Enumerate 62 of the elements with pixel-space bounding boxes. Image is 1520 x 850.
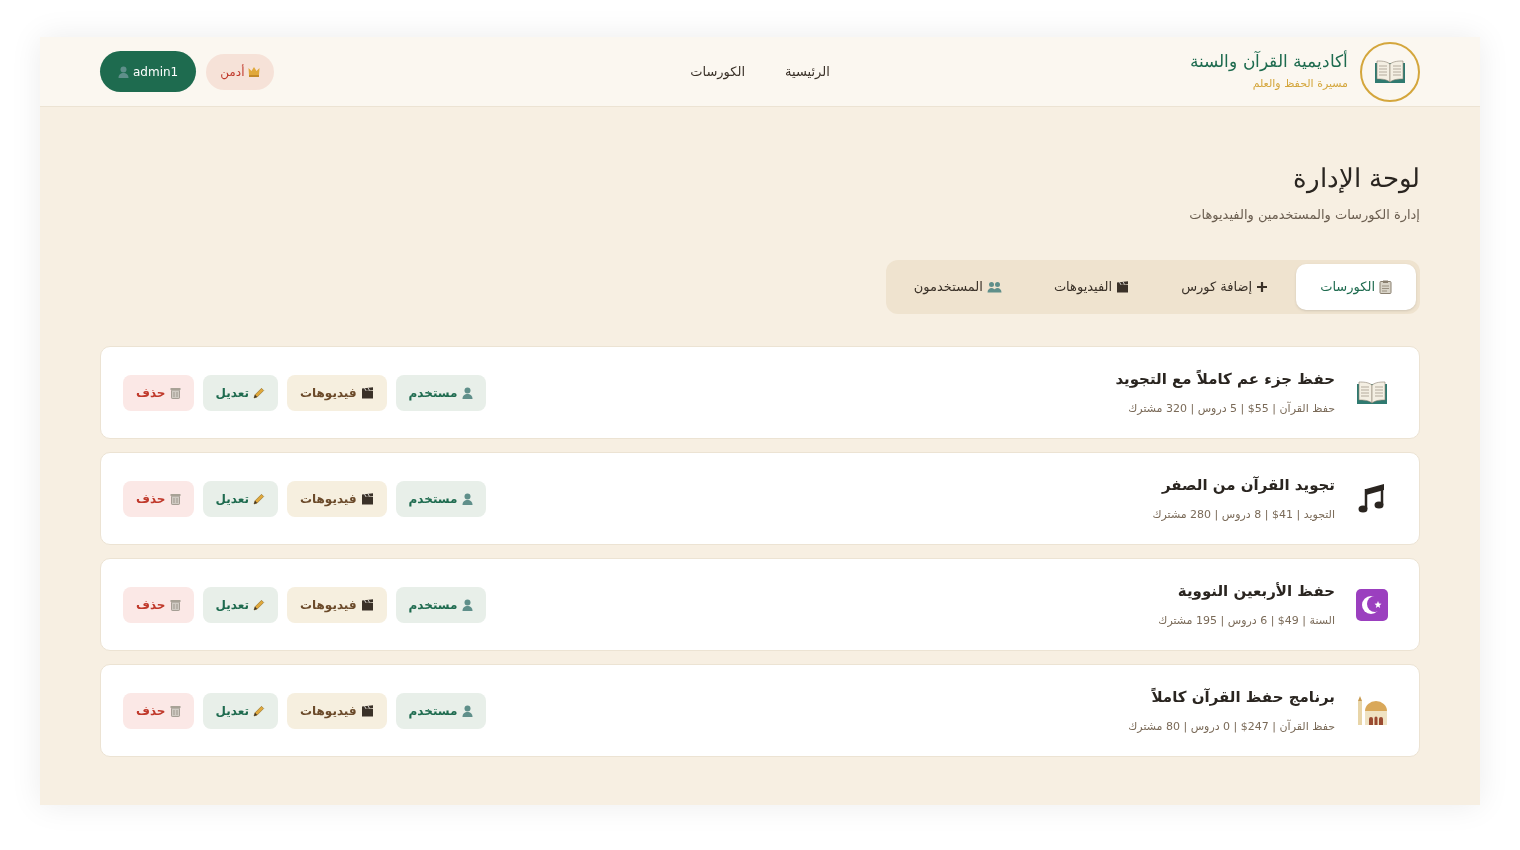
videos-button[interactable]: فيديوهات: [286, 480, 387, 517]
users-icon: [986, 281, 1002, 293]
tab[interactable]: الكورسات: [1296, 264, 1416, 310]
user-button[interactable]: مستخدم: [395, 586, 486, 623]
edit-button[interactable]: تعديل: [202, 374, 278, 411]
delete-button[interactable]: حذف: [123, 692, 194, 729]
page-title: لوحة الإدارة: [1291, 162, 1420, 195]
nav-link[interactable]: الرئيسية: [785, 61, 830, 82]
user-icon: [461, 492, 473, 505]
trash-icon: [169, 386, 181, 399]
tab[interactable]: الفيديوهات: [1029, 264, 1154, 310]
logo-title: أكاديمية القرآن والسنة: [1190, 50, 1348, 72]
user-icon: [461, 598, 473, 611]
mosque-icon: [1356, 694, 1388, 727]
role-label: أدمن: [220, 63, 245, 81]
videos-button[interactable]: فيديوهات: [286, 586, 387, 623]
tab[interactable]: المستخدمون: [889, 264, 1026, 310]
user-icon: [461, 386, 473, 399]
user-button[interactable]: مستخدم: [395, 692, 486, 729]
videos-button[interactable]: فيديوهات: [286, 692, 387, 729]
pencil-icon: [252, 598, 265, 611]
clapperboard-icon: [360, 598, 374, 611]
course-title: تجويد القرآن من الصفر: [1160, 475, 1335, 496]
plus-icon: [1256, 281, 1269, 293]
user-button[interactable]: مستخدم: [395, 374, 486, 411]
course-meta: حفظ القرآن | 55$ | 5 دروس | 320 مشترك: [1127, 400, 1335, 417]
pencil-icon: [252, 704, 265, 717]
clapperboard-icon: [1116, 281, 1130, 293]
edit-button[interactable]: تعديل: [202, 480, 278, 517]
tab[interactable]: إضافة كورس: [1157, 264, 1293, 310]
videos-button[interactable]: فيديوهات: [286, 374, 387, 411]
delete-button[interactable]: حذف: [123, 374, 194, 411]
user-menu-button[interactable]: admin1: [100, 51, 197, 92]
page-subtitle: إدارة الكورسات والمستخدمين والفيديوهات: [1188, 205, 1420, 224]
edit-button[interactable]: تعديل: [202, 586, 278, 623]
nav-link[interactable]: الكورسات: [690, 61, 746, 82]
clapperboard-icon: [360, 492, 374, 505]
crown-icon: [248, 66, 261, 77]
delete-button[interactable]: حذف: [123, 480, 194, 517]
trash-icon: [169, 492, 181, 505]
delete-button[interactable]: حذف: [123, 586, 194, 623]
user-icon: [461, 704, 473, 717]
open-book-icon: [1374, 58, 1406, 85]
clipboard-icon: [1379, 280, 1392, 294]
course-meta: السنة | 49$ | 6 دروس | 195 مشترك: [1158, 612, 1335, 629]
trash-icon: [169, 598, 181, 611]
course-title: حفظ جزء عم كاملاً مع التجويد: [1115, 368, 1335, 390]
edit-button[interactable]: تعديل: [202, 692, 278, 729]
course-title: برنامج حفظ القرآن كاملاً: [1150, 687, 1335, 708]
music-note-icon: [1358, 482, 1386, 515]
course-meta: حفظ القرآن | 247$ | 0 دروس | 80 مشترك: [1128, 718, 1335, 735]
clapperboard-icon: [360, 704, 374, 717]
course-title: حفظ الأربعين النووية: [1176, 581, 1335, 602]
pencil-icon: [252, 386, 265, 399]
open-book-icon: [1356, 379, 1388, 406]
user-button[interactable]: مستخدم: [395, 480, 486, 517]
logo-subtitle: مسيرة الحفظ والعلم: [1251, 75, 1348, 92]
trash-icon: [169, 704, 181, 717]
pencil-icon: [252, 492, 265, 505]
course-meta: التجويد | 41$ | 8 دروس | 280 مشترك: [1152, 506, 1335, 523]
user-icon: [118, 65, 129, 78]
clapperboard-icon: [360, 386, 374, 399]
